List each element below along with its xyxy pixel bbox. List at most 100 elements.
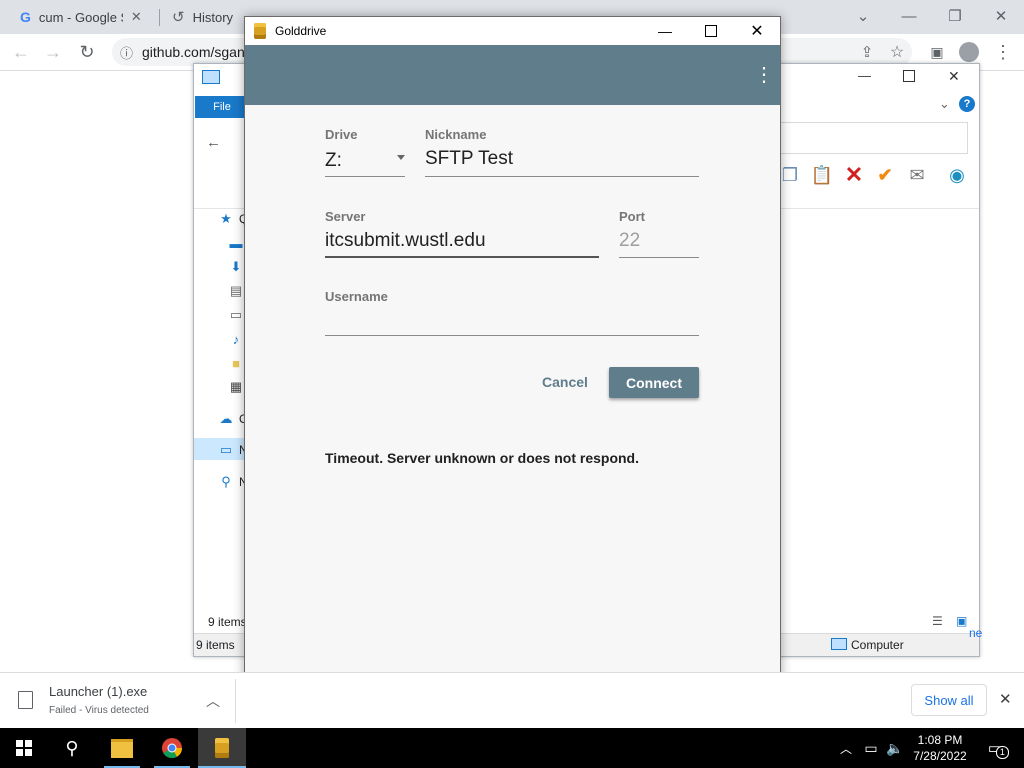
minimize-icon[interactable]: — [642,17,688,45]
download-item[interactable]: Launcher (1).exe Failed - Virus detected… [0,673,236,729]
close-icon[interactable]: ✕ [999,690,1012,708]
tab-label: History [192,9,234,25]
port-label: Port [619,209,645,224]
cancel-button[interactable]: Cancel [533,367,597,397]
quick-access-icon[interactable]: ★ [216,210,236,228]
chevron-up-icon[interactable]: ︿ [206,691,220,711]
connect-button[interactable]: Connect [609,367,699,398]
browser-tab-google[interactable]: G cum - Google S ✕ [14,0,154,34]
delete-icon[interactable]: ✕ [843,162,865,187]
network-icon[interactable]: ▭ [860,728,882,768]
help-icon[interactable]: ? [959,96,975,112]
history-icon: ↺ [172,9,185,26]
more-options-icon[interactable]: ⋮ [754,64,774,86]
chevron-down-icon[interactable]: ⌄ [939,96,950,112]
nickname-label: Nickname [425,127,487,142]
network-icon[interactable]: ⚲ [216,473,236,491]
file-explorer-taskbar-icon[interactable] [98,728,146,768]
close-icon[interactable]: ✕ [734,17,780,45]
reload-icon[interactable]: ↻ [74,39,100,65]
tab-separator [159,9,160,26]
server-label: Server [325,209,366,224]
partial-link-text: ne [969,626,983,640]
maximize-icon[interactable] [903,70,915,82]
download-status: Failed - Virus detected [49,705,149,716]
drive-label: Drive [325,127,358,142]
file-menu-tab[interactable]: File [195,96,249,118]
download-bar: Launcher (1).exe Failed - Virus detected… [0,672,1024,729]
items-count: 9 items [196,638,235,652]
minimize-icon[interactable]: — [858,68,871,83]
dropdown-arrow-icon[interactable] [397,155,405,160]
username-underline [325,335,699,336]
server-input[interactable]: itcsubmit.wustl.edu [325,230,486,252]
username-label: Username [325,289,388,304]
back-icon[interactable]: ← [8,39,34,65]
nickname-underline [425,176,699,177]
close-window-icon[interactable]: ✕ [978,0,1024,32]
show-all-button[interactable]: Show all [911,684,987,716]
computer-icon [831,638,847,650]
documents-icon[interactable]: ▤ [226,282,246,300]
windows-logo-icon [16,740,32,756]
profile-avatar[interactable] [956,39,982,65]
clock-date: 7/28/2022 [913,749,967,763]
desktop-icon[interactable]: ▬ [226,234,246,252]
golddrive-app-icon [254,23,266,39]
google-icon: G [20,9,31,25]
clock-time: 1:08 PM [917,733,963,747]
minimize-icon[interactable]: — [886,0,932,32]
menu-kebab-icon[interactable]: ⋮ [990,39,1016,65]
copy-icon[interactable]: ❐ [779,164,801,186]
tiles-view-icon[interactable]: ▣ [956,614,967,628]
check-icon[interactable]: ✔ [874,164,896,186]
notification-count: 1 [995,746,1009,759]
back-icon[interactable]: ← [206,134,221,151]
download-divider [235,679,236,723]
port-input[interactable]: 22 [619,230,640,252]
pictures-icon[interactable]: ▭ [226,306,246,324]
restore-icon[interactable]: ❐ [932,0,978,32]
onedrive-icon[interactable]: ☁ [216,410,236,428]
details-view-icon[interactable]: ☰ [932,614,943,628]
golddrive-taskbar-icon[interactable] [198,728,246,768]
windows-taskbar: ⚲ ︿ ▭ 🔈 1:08 PM 7/28/2022 ▭ 1 [0,728,1024,768]
rename-icon[interactable]: ✉ [906,164,928,186]
golddrive-dialog: Golddrive — ✕ ⋮ Drive Z: Nickname SFTP T… [244,16,781,708]
chrome-taskbar-icon[interactable] [148,728,196,768]
tab-search-icon[interactable]: ⌄ [840,0,886,32]
close-icon[interactable]: ✕ [131,9,142,25]
videos-icon[interactable]: ▦ [226,378,246,396]
start-button[interactable] [0,728,48,768]
search-icon[interactable]: ⚲ [48,728,96,768]
music-icon[interactable]: ♪ [226,330,246,348]
chevron-up-icon[interactable]: ︿ [836,728,856,768]
bookmark-star-icon[interactable]: ☆ [884,39,910,65]
share-icon[interactable]: ⇪ [854,39,880,65]
status-message: Timeout. Server unknown or does not resp… [325,450,640,466]
nickname-input[interactable]: SFTP Test [425,148,513,170]
paste-icon[interactable]: 📋 [811,164,833,186]
items-count: 9 items [208,615,247,629]
volume-icon[interactable]: 🔈 [884,728,906,768]
clock[interactable]: 1:08 PM 7/28/2022 [906,728,974,768]
side-panel-icon[interactable]: ▣ [924,39,950,65]
server-underline [325,256,599,258]
explorer-search-box[interactable] [780,122,968,154]
download-file-name: Launcher (1).exe [49,684,148,699]
close-icon[interactable]: ✕ [948,68,960,85]
this-pc-icon[interactable]: ▭ [216,441,236,459]
dialog-header-bar: ⋮ [245,45,780,105]
drive-select[interactable]: Z: [325,150,342,172]
port-underline [619,257,699,258]
tab-label: cum - Google S [38,9,123,25]
downloads-icon[interactable]: ⬇ [226,258,246,276]
dialog-title: Golddrive [275,24,327,38]
folder-icon[interactable]: ■ [226,354,246,372]
globe-icon[interactable]: ◉ [946,164,968,186]
forward-icon[interactable]: → [40,39,66,65]
maximize-icon[interactable] [688,17,734,45]
drive-underline [325,176,405,177]
site-info-icon[interactable]: ⓘ [120,43,133,62]
notification-icon[interactable]: ▭ 1 [980,728,1010,768]
